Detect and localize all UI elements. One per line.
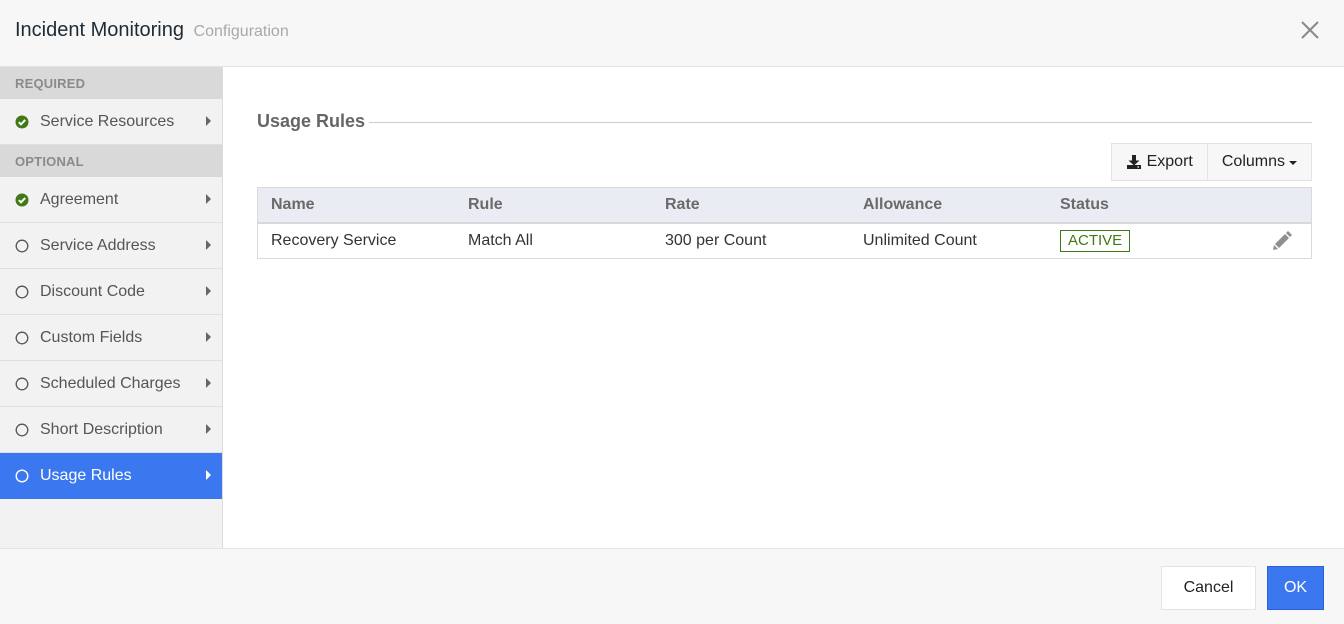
sidebar-item-label: Discount Code [40,282,145,300]
column-header-name[interactable]: Name [258,196,455,214]
sidebar-item-label: Custom Fields [40,328,143,346]
sidebar: REQUIRED Service Resources OPTIONAL Agre… [0,67,223,548]
pencil-icon[interactable] [1271,231,1293,251]
dialog-subtitle: Configuration [193,23,289,40]
caret-right-icon [206,378,211,388]
close-icon[interactable] [1300,20,1320,40]
sidebar-item-short-description[interactable]: Short Description [0,407,222,453]
sidebar-item-label: Service Address [40,236,156,254]
columns-label: Columns [1221,153,1285,170]
cell-name: Recovery Service [271,232,397,249]
cell-rule: Match All [468,232,533,249]
cell-rate: 300 per Count [665,232,767,249]
usage-rules-table: Name Rule Rate Allowance Status Recovery… [257,187,1312,259]
sidebar-item-custom-fields[interactable]: Custom Fields [0,315,222,361]
section-divider [369,122,1312,123]
empty-circle-icon [15,423,29,436]
sidebar-item-agreement[interactable]: Agreement [0,177,222,223]
empty-circle-icon [15,377,29,390]
sidebar-section-required: REQUIRED [0,67,222,99]
column-header-status[interactable]: Status [1047,196,1244,214]
dialog-title-text: Incident Monitoring [15,19,184,41]
section-title: Usage Rules [257,111,366,131]
empty-circle-icon [15,239,29,252]
sidebar-item-label: Short Description [40,420,163,438]
sidebar-item-label: Usage Rules [40,467,132,484]
empty-circle-icon [15,469,29,483]
column-header-allowance[interactable]: Allowance [850,196,1047,214]
ok-button[interactable]: OK [1267,566,1324,610]
cancel-button[interactable]: Cancel [1161,566,1256,610]
dialog-title: Incident Monitoring Configuration [15,19,289,42]
export-label: Export [1146,153,1193,170]
cell-status: ACTIVE [1047,230,1244,252]
sidebar-item-service-resources[interactable]: Service Resources [0,99,222,145]
empty-circle-icon [15,331,29,344]
sidebar-item-service-address[interactable]: Service Address [0,223,222,269]
column-header-rule[interactable]: Rule [455,196,652,214]
sidebar-section-optional: OPTIONAL [0,145,222,177]
dialog-header: Incident Monitoring Configuration [0,0,1344,67]
caret-right-icon [206,194,211,204]
check-circle-icon [15,193,29,206]
sidebar-item-discount-code[interactable]: Discount Code [0,269,222,315]
sidebar-item-usage-rules[interactable]: Usage Rules [0,453,222,499]
check-circle-icon [15,115,29,128]
sidebar-item-label: Scheduled Charges [40,374,181,392]
caret-right-icon [206,240,211,250]
dialog-footer: Cancel OK [0,548,1344,624]
sidebar-item-scheduled-charges[interactable]: Scheduled Charges [0,361,222,407]
main-content: Usage Rules Export Columns Name Rule Rat… [223,67,1344,548]
caret-down-icon [1289,161,1297,165]
column-header-rate[interactable]: Rate [652,196,850,214]
export-button[interactable]: Export [1110,143,1208,181]
caret-right-icon [206,332,211,342]
empty-circle-icon [15,285,29,298]
caret-right-icon [206,286,211,296]
sidebar-item-label: Agreement [40,190,119,208]
table-row[interactable]: Recovery Service Match All 300 per Count… [258,224,1311,258]
columns-dropdown-button[interactable]: Columns [1207,143,1312,181]
cell-allowance: Unlimited Count [863,232,977,249]
caret-right-icon [206,424,211,434]
status-badge: ACTIVE [1060,230,1131,252]
download-icon [1126,155,1141,169]
caret-right-icon [206,116,211,126]
sidebar-item-label: Service Resources [40,112,175,130]
table-toolbar: Export Columns [1110,143,1312,181]
caret-right-icon [206,470,211,480]
table-header: Name Rule Rate Allowance Status [258,188,1311,224]
